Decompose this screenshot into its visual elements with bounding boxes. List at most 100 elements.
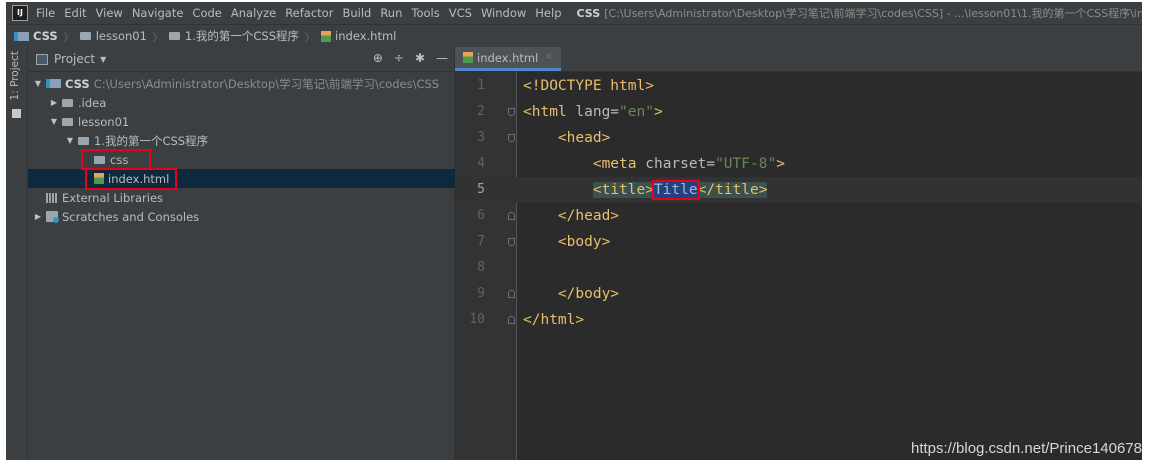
close-icon[interactable]: ✕: [544, 52, 552, 63]
code-token: </body>: [557, 286, 620, 302]
breadcrumb-label: lesson01: [95, 29, 147, 43]
highlight-box-index: [85, 168, 177, 190]
line-number: 6: [477, 208, 485, 223]
menu-tools[interactable]: Tools: [411, 6, 439, 20]
code-line[interactable]: 10 </html>: [455, 307, 1142, 333]
hide-panel-icon[interactable]: —: [436, 51, 448, 65]
menu-build[interactable]: Build: [342, 6, 371, 20]
code-text: <title>Title</title>: [523, 177, 768, 203]
expand-arrow-icon[interactable]: ▼: [48, 117, 60, 126]
window-title: CSS [C:\Users\Administrator\Desktop\学习笔记\…: [577, 5, 1143, 21]
project-view-icon: [36, 53, 48, 65]
tool-window-strip: 1: Project: [6, 47, 28, 460]
tree-item-lesson01[interactable]: ▼ lesson01: [28, 112, 474, 131]
line-number: 3: [477, 130, 485, 145]
code-line[interactable]: 7 <body>: [455, 229, 1142, 255]
code-token: <meta: [592, 156, 646, 172]
tree-item-css-program-folder[interactable]: ▼ 1.我的第一个CSS程序: [28, 131, 490, 150]
tree-item-external-libraries[interactable]: External Libraries: [28, 188, 472, 207]
gear-icon[interactable]: ✱: [415, 51, 425, 65]
html-file-icon: [463, 52, 473, 63]
line-number: 2: [477, 104, 485, 119]
code-text: <!DOCTYPE html>: [523, 73, 654, 99]
code-token: charset=: [645, 156, 716, 172]
code-token: </title>: [697, 182, 768, 198]
line-number: 7: [477, 234, 485, 249]
project-tool-tab[interactable]: 1: Project: [9, 51, 21, 100]
line-number: 4: [477, 156, 485, 171]
fold-marker-icon[interactable]: [508, 134, 515, 142]
folder-icon: [62, 98, 73, 107]
code-line[interactable]: 1 <!DOCTYPE html>: [455, 73, 1142, 99]
window-title-path: [C:\Users\Administrator\Desktop\学习笔记\前端学…: [604, 7, 1142, 20]
scratches-icon: [46, 211, 59, 223]
fold-marker-icon[interactable]: [508, 290, 515, 298]
app-logo-icon: IJ: [12, 5, 28, 21]
fold-marker-icon[interactable]: [508, 108, 515, 116]
code-text: </head>: [523, 203, 619, 229]
code-line[interactable]: 3 <head>: [455, 125, 1142, 151]
menu-refactor[interactable]: Refactor: [285, 6, 333, 20]
menu-analyze[interactable]: Analyze: [231, 6, 276, 20]
project-panel-tools: ⊕ ÷ ✱ —: [373, 51, 448, 65]
locate-icon[interactable]: ⊕: [373, 51, 383, 65]
tree-item-idea[interactable]: ▶ .idea: [28, 93, 474, 112]
code-line[interactable]: 6 </head>: [455, 203, 1142, 229]
code-token: "en": [619, 104, 654, 120]
line-number: 9: [477, 286, 485, 301]
code-line[interactable]: 8: [455, 255, 1142, 281]
highlight-box-css: [81, 149, 151, 170]
tab-index-html[interactable]: index.html ✕: [455, 47, 561, 71]
folder-icon: [62, 117, 73, 126]
tree-item-label: Scratches and Consoles: [62, 209, 200, 224]
breadcrumb-item-file[interactable]: index.html: [321, 29, 396, 43]
menu-code[interactable]: Code: [192, 6, 221, 20]
project-panel: Project ▼ ⊕ ÷ ✱ — ▼ CSS C:\Users\Adminis…: [28, 47, 520, 460]
expand-arrow-icon[interactable]: ▶: [32, 212, 44, 221]
breadcrumb-item-folder[interactable]: 1.我的第一个CSS程序: [168, 28, 299, 44]
library-icon: [46, 192, 58, 203]
code-line[interactable]: 4 <meta charset="UTF-8">: [455, 151, 1142, 177]
folder-icon: [79, 32, 91, 40]
breadcrumb-item-project[interactable]: CSS: [14, 29, 58, 43]
code-token: </html>: [523, 312, 585, 328]
menu-file[interactable]: File: [36, 6, 55, 20]
expand-arrow-icon[interactable]: ▶: [48, 98, 60, 107]
menu-bar: IJ File Edit View Navigate Code Analyze …: [6, 2, 1142, 24]
fold-marker-icon[interactable]: [508, 212, 515, 220]
chevron-down-icon[interactable]: ▼: [100, 55, 106, 64]
structure-icon[interactable]: [12, 109, 21, 118]
code-line[interactable]: 2 <html lang="en">: [455, 99, 1142, 125]
code-line[interactable]: 9 </body>: [455, 281, 1142, 307]
menu-help[interactable]: Help: [535, 6, 561, 20]
menu-edit[interactable]: Edit: [64, 6, 86, 20]
code-token: lang=: [575, 104, 620, 120]
breadcrumb-item-lesson01[interactable]: lesson01: [79, 29, 147, 43]
expand-arrow-icon[interactable]: ▼: [64, 136, 76, 145]
menu-vcs[interactable]: VCS: [449, 6, 472, 20]
menu-window[interactable]: Window: [481, 6, 526, 20]
project-view-selector[interactable]: Project: [54, 52, 95, 66]
collapse-all-icon[interactable]: ÷: [394, 51, 404, 65]
menu-navigate[interactable]: Navigate: [132, 6, 184, 20]
fold-marker-icon[interactable]: [508, 316, 515, 324]
tree-item-scratches[interactable]: ▶ Scratches and Consoles: [28, 207, 458, 226]
menu-run[interactable]: Run: [380, 6, 402, 20]
project-folder-icon: [14, 31, 29, 41]
code-text: <meta charset="UTF-8">: [523, 151, 785, 177]
breadcrumb-separator-icon: 〉: [152, 32, 163, 44]
expand-arrow-icon[interactable]: ▼: [32, 79, 44, 88]
tree-item-project-root[interactable]: ▼ CSS C:\Users\Administrator\Desktop\学习笔…: [28, 74, 458, 93]
code-token: <html: [523, 104, 576, 120]
ide-window: IJ File Edit View Navigate Code Analyze …: [6, 2, 1142, 460]
code-token: <head>: [557, 130, 611, 146]
line-number: 5: [477, 182, 485, 197]
line-number: 10: [469, 312, 485, 327]
code-line[interactable]: 5 <title>Title</title>: [455, 177, 1142, 203]
fold-marker-icon[interactable]: [508, 238, 515, 246]
menu-view[interactable]: View: [96, 6, 123, 20]
